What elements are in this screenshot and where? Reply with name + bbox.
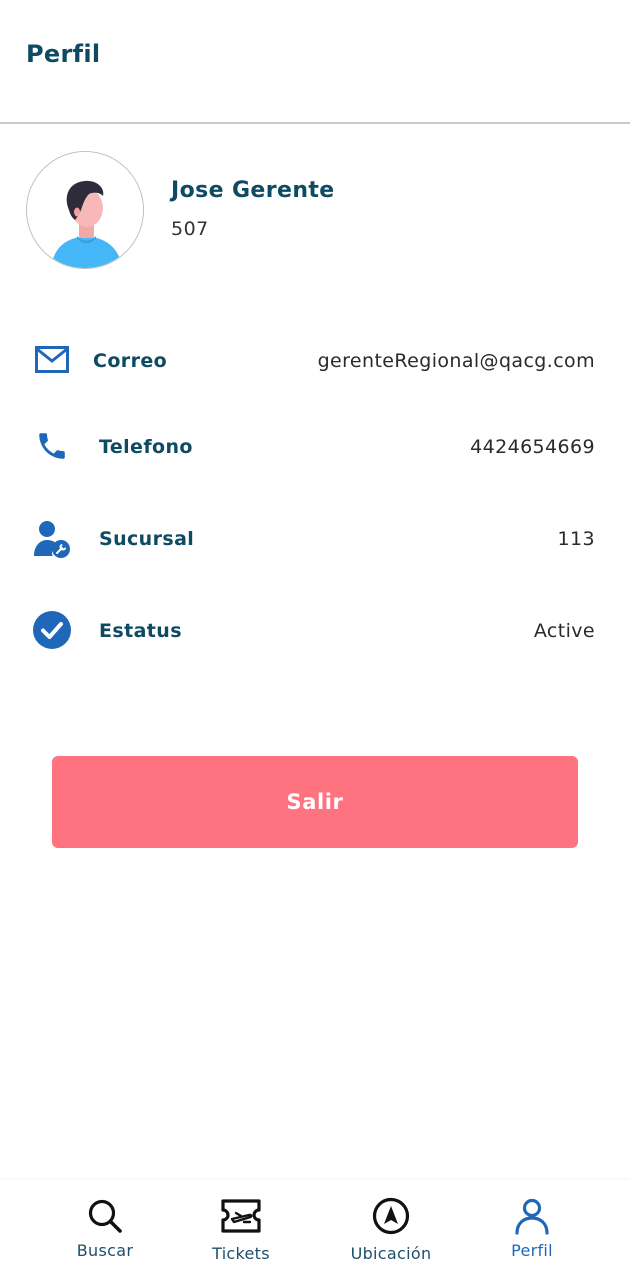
ticket-icon — [220, 1198, 262, 1238]
nav-item-perfil[interactable]: Perfil — [482, 1180, 582, 1280]
nav-item-buscar[interactable]: Buscar — [55, 1180, 155, 1280]
info-label-status: Estatus — [99, 620, 182, 642]
check-circle-icon — [30, 608, 74, 652]
search-icon — [87, 1198, 123, 1238]
nav-label-tickets: Tickets — [212, 1244, 270, 1263]
user-name: Jose Gerente — [171, 178, 335, 203]
phone-icon — [30, 424, 74, 468]
info-label-branch: Sucursal — [99, 528, 195, 550]
app-header: Perfil — [0, 0, 630, 124]
user-id: 507 — [171, 218, 209, 240]
info-row-phone: Telefono 4424654669 — [0, 424, 630, 472]
nav-item-tickets[interactable]: Tickets — [191, 1180, 291, 1280]
nav-label-ubicacion: Ubicación — [350, 1244, 432, 1263]
info-label-email: Correo — [93, 350, 168, 372]
page-title: Perfil — [26, 40, 101, 68]
info-row-email: Correo gerenteRegional@qacg.com — [0, 338, 630, 386]
info-value-status: Active — [533, 620, 595, 642]
info-row-status: Estatus Active — [0, 608, 630, 656]
info-value-branch: 113 — [557, 528, 595, 550]
info-row-branch: Sucursal 113 — [0, 516, 630, 564]
info-value-phone: 4424654669 — [470, 436, 595, 458]
nav-label-perfil: Perfil — [511, 1241, 553, 1260]
bottom-navigation: Buscar Tickets Ubicación Perfil — [0, 1180, 630, 1280]
profile-screen: Perfil Jose Gerente 507 Correo gerenteRe… — [0, 0, 630, 1280]
nav-item-ubicacion[interactable]: Ubicación — [336, 1180, 446, 1280]
avatar — [26, 151, 144, 269]
logout-button[interactable]: Salir — [52, 756, 578, 848]
person-icon — [513, 1197, 551, 1239]
nav-label-buscar: Buscar — [76, 1241, 134, 1260]
user-wrench-icon — [30, 516, 74, 560]
info-value-email: gerenteRegional@qacg.com — [317, 350, 595, 372]
info-label-phone: Telefono — [99, 436, 193, 458]
avatar-illustration-icon — [27, 152, 143, 268]
envelope-icon — [30, 338, 74, 382]
navigation-icon — [372, 1197, 410, 1239]
